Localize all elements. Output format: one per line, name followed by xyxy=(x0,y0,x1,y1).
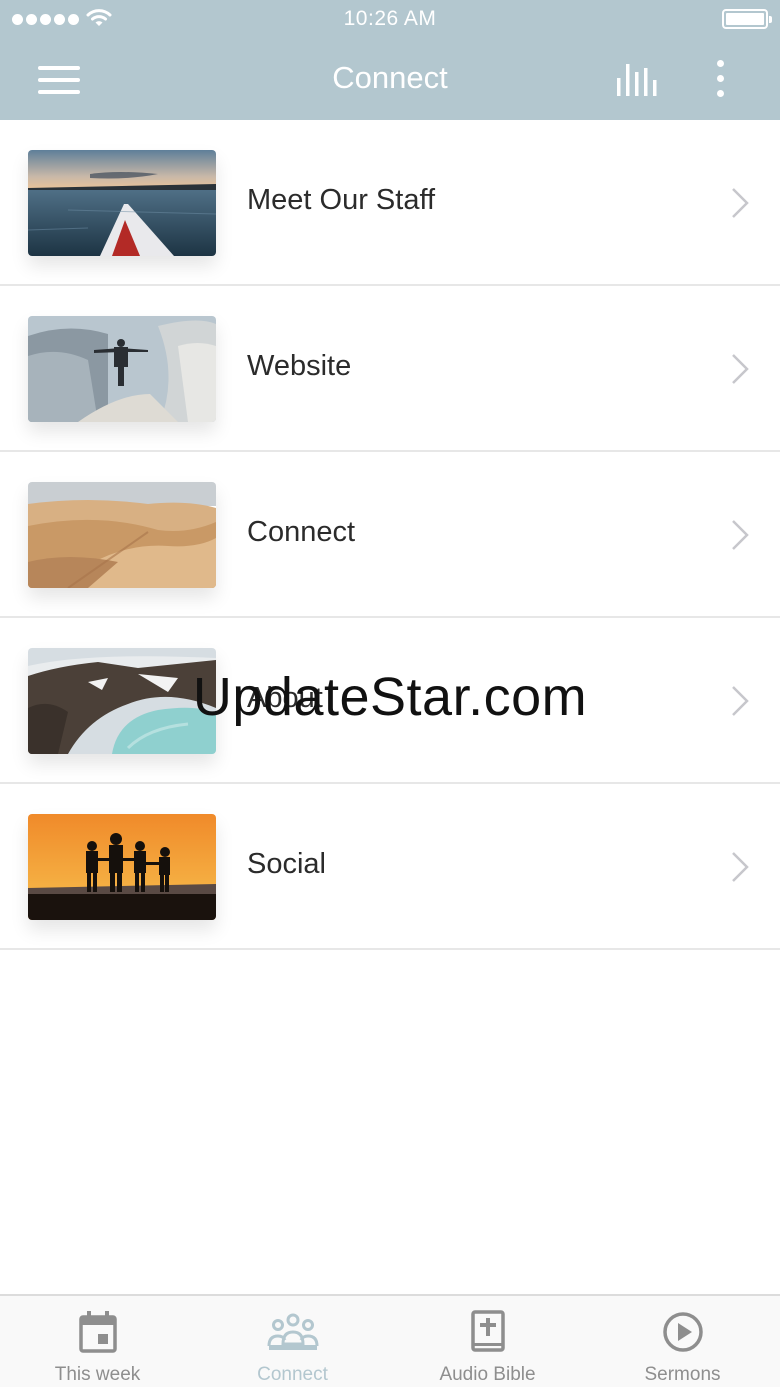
chevron-right-icon xyxy=(732,188,749,218)
chevron-right-icon xyxy=(732,852,749,882)
list-item-label: About xyxy=(247,682,323,714)
list-item-about[interactable]: About xyxy=(0,618,780,784)
list-item-label: Meet Our Staff xyxy=(247,184,436,216)
list-item-label: Social xyxy=(247,848,326,880)
status-bar: 10:26 AM xyxy=(0,0,780,40)
more-options-icon[interactable] xyxy=(700,54,740,104)
battery-icon xyxy=(722,9,772,29)
calendar-icon xyxy=(78,1311,117,1353)
hamburger-menu-icon[interactable] xyxy=(30,58,86,102)
crater-lake-image xyxy=(28,648,216,754)
desert-dunes-image xyxy=(28,482,216,588)
family-sunset-image xyxy=(28,814,216,920)
list-item-label: Connect xyxy=(247,516,356,548)
tab-connect[interactable]: Connect xyxy=(195,1296,390,1387)
app-header: 10:26 AM Connect xyxy=(0,0,780,120)
status-time: 10:26 AM xyxy=(343,7,437,30)
list-item-label: Website xyxy=(247,350,352,382)
tab-sermons[interactable]: Sermons xyxy=(585,1296,780,1387)
bible-icon xyxy=(470,1310,505,1352)
stats-bars-icon[interactable] xyxy=(608,58,668,102)
play-circle-icon xyxy=(662,1312,703,1352)
list-item-social[interactable]: Social xyxy=(0,784,780,950)
tab-label: Audio Bible xyxy=(439,1364,536,1385)
tab-this-week[interactable]: This week xyxy=(0,1296,195,1387)
tab-audio-bible[interactable]: Audio Bible xyxy=(390,1296,585,1387)
tab-label: Connect xyxy=(257,1364,328,1385)
list-item-website[interactable]: Website xyxy=(0,286,780,452)
kayak-on-lake-image xyxy=(28,150,216,256)
nav-bar: Connect xyxy=(0,40,780,120)
list-item-connect[interactable]: Connect xyxy=(0,452,780,618)
tab-label: This week xyxy=(54,1364,141,1385)
group-icon xyxy=(267,1313,318,1350)
chevron-right-icon xyxy=(732,354,749,384)
chevron-right-icon xyxy=(732,686,749,716)
connect-list: Meet Our Staff Website Connect About Soc… xyxy=(0,120,780,950)
person-on-cliff-image xyxy=(28,316,216,422)
list-item-meet-our-staff[interactable]: Meet Our Staff xyxy=(0,120,780,286)
chevron-right-icon xyxy=(732,520,749,550)
tab-label: Sermons xyxy=(644,1364,721,1385)
bottom-tab-bar: This week Connect Audio Bible Sermons xyxy=(0,1294,780,1387)
